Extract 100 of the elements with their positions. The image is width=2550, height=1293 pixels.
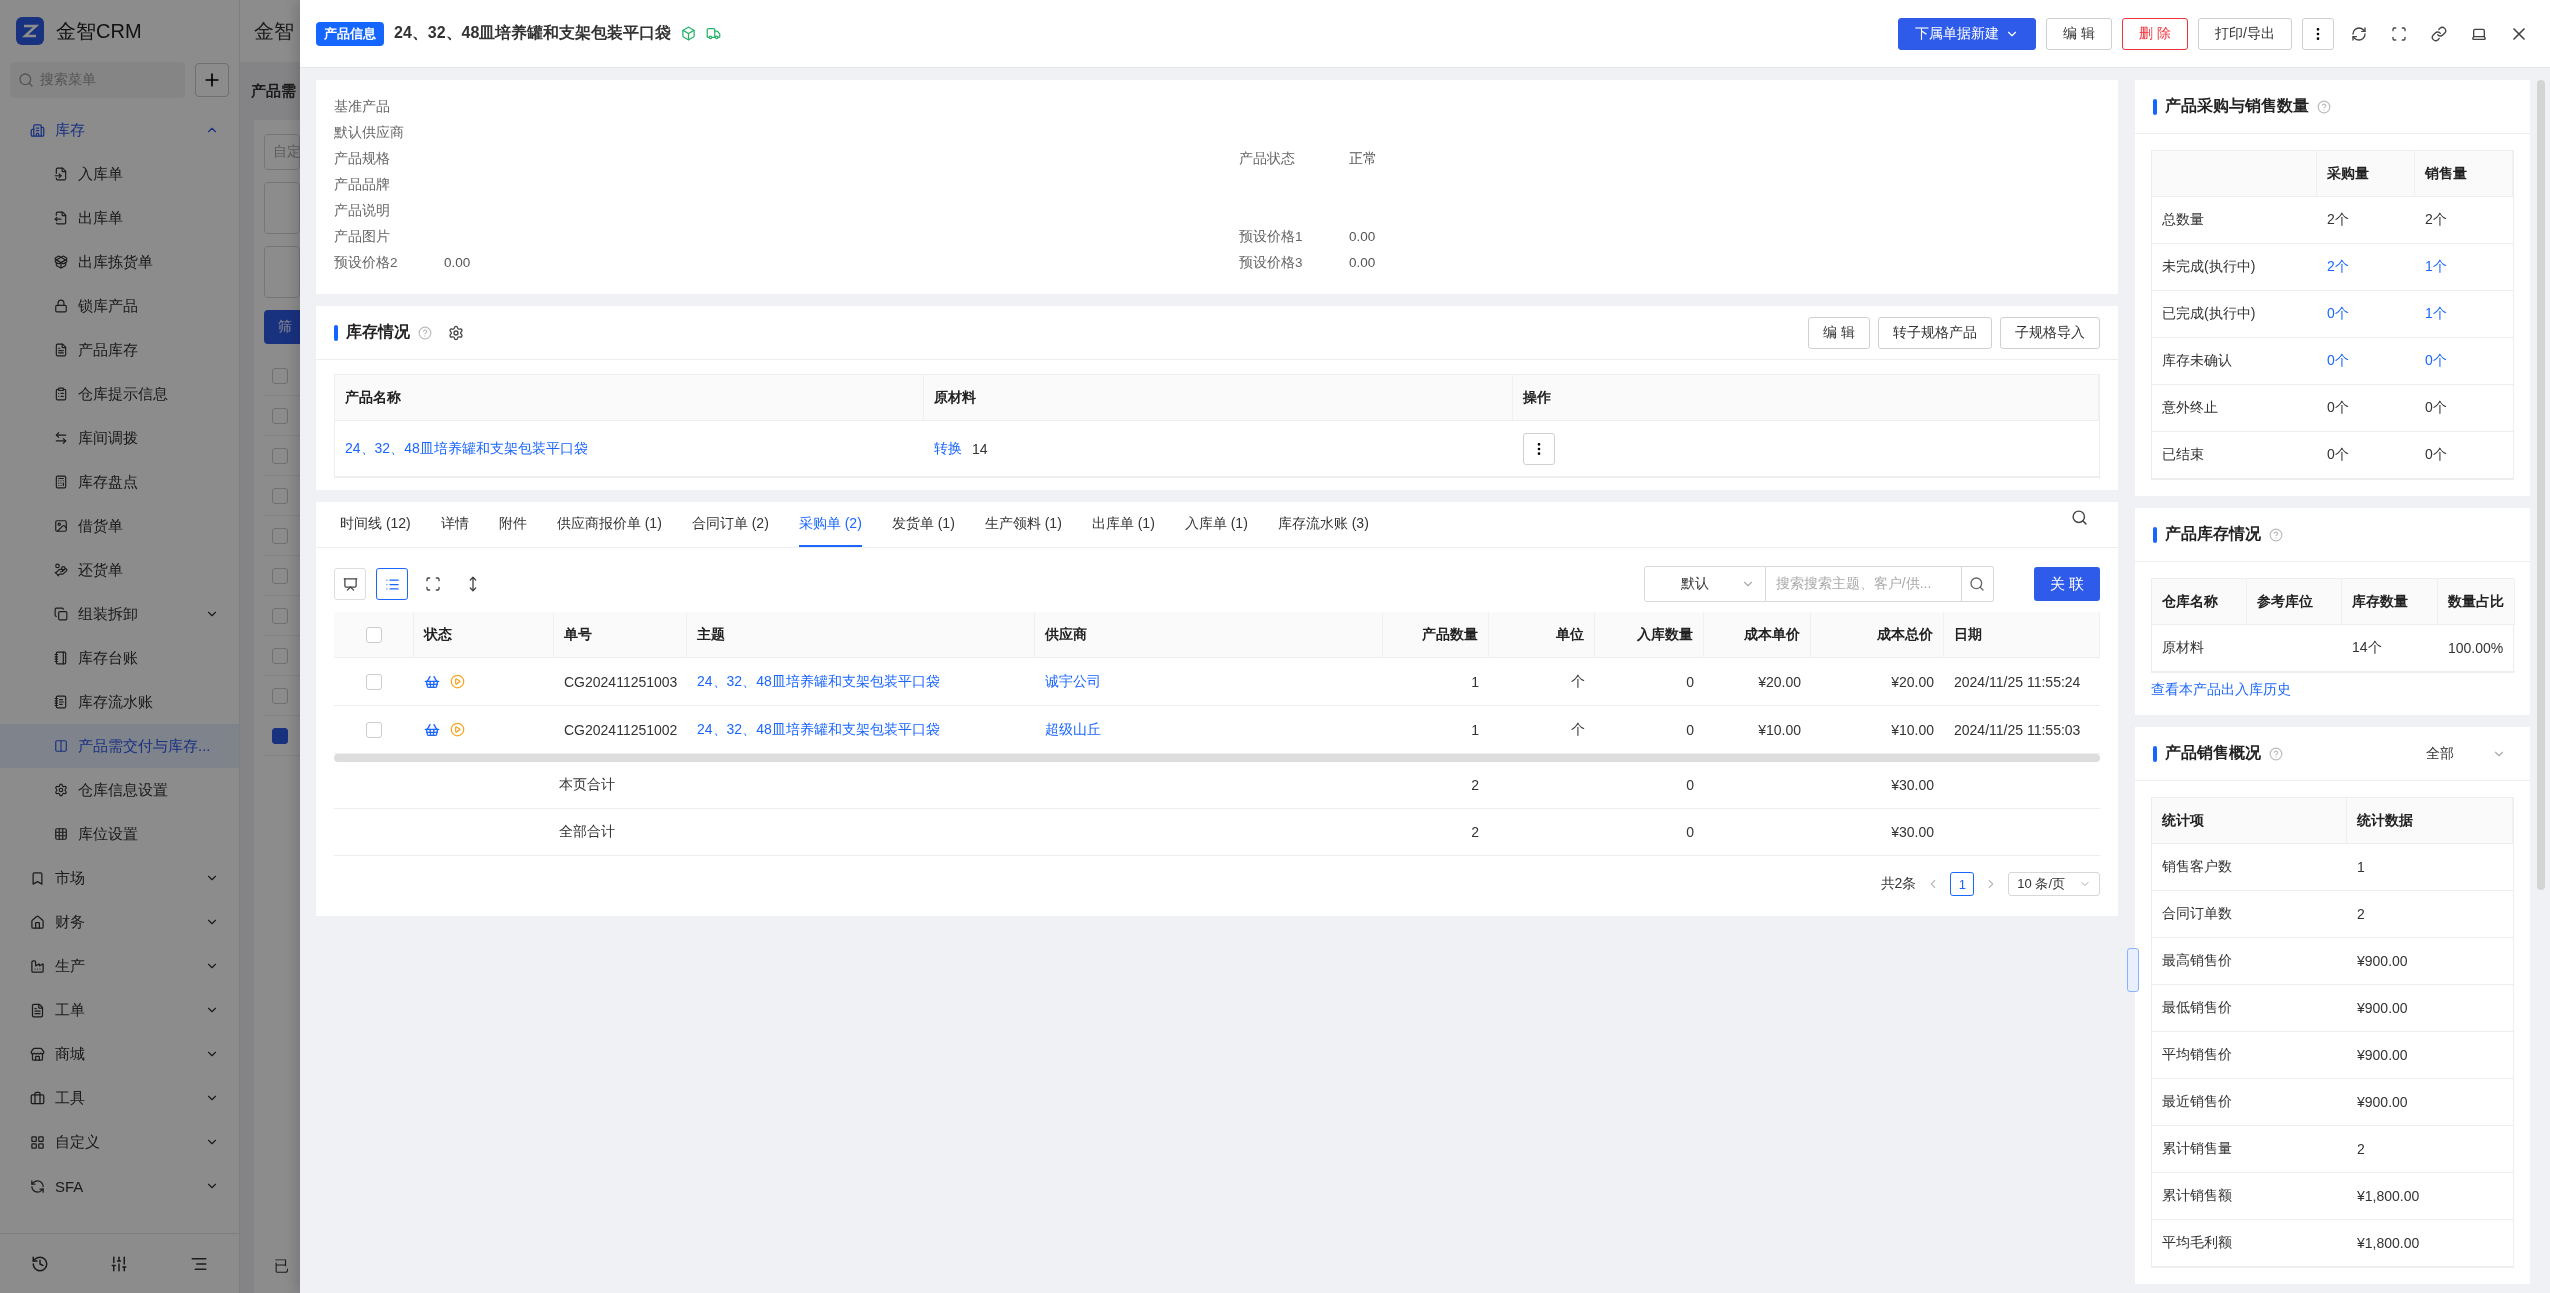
menu-item[interactable]: 市场 xyxy=(0,856,239,900)
field-label: 产品状态 xyxy=(1239,151,1295,166)
tab[interactable]: 附件 xyxy=(498,502,527,547)
page-number[interactable]: 1 xyxy=(1950,872,1975,896)
page-size-select[interactable]: 10 条/页 xyxy=(2008,872,2100,896)
tab[interactable]: 合同订单 (2) xyxy=(691,502,769,547)
table-cell: 0 xyxy=(1686,721,1694,738)
view-button[interactable] xyxy=(376,568,408,600)
tab[interactable]: 发货单 (1) xyxy=(891,502,955,547)
menu-item[interactable]: 工单 xyxy=(0,988,239,1032)
menu-item[interactable]: 库存流水账 xyxy=(0,680,239,724)
column-header: 销售量 xyxy=(2415,151,2513,197)
row-label: 总数量 xyxy=(2162,211,2204,229)
toolbar-button[interactable]: 子规格导入 xyxy=(2000,316,2100,349)
menu-item[interactable]: 库存台账 xyxy=(0,636,239,680)
filter-button[interactable]: 筛 xyxy=(264,310,300,344)
supplier-link[interactable]: 超级山丘 xyxy=(1045,720,1101,739)
grid-icon xyxy=(54,827,68,841)
tab[interactable]: 出库单 (1) xyxy=(1091,502,1155,547)
count-link[interactable]: 0个 xyxy=(2327,352,2349,370)
menu-item[interactable]: 自定义 xyxy=(0,1120,239,1164)
menu-item[interactable]: 库间调拨 xyxy=(0,416,239,460)
subject-link[interactable]: 24、32、48皿培养罐和支架包装平口袋 xyxy=(697,672,940,691)
toolbar-button[interactable]: 转子规格产品 xyxy=(1878,316,1992,349)
action-button[interactable]: 删 除 xyxy=(2122,17,2189,50)
tab[interactable]: 库存流水账 (3) xyxy=(1277,502,1369,547)
menu-item[interactable]: 财务 xyxy=(0,900,239,944)
menu-item[interactable]: 还货单 xyxy=(0,548,239,592)
add-button[interactable] xyxy=(195,63,229,97)
action-button[interactable]: 编 辑 xyxy=(2046,17,2113,50)
tab[interactable]: 详情 xyxy=(440,502,469,547)
tab[interactable]: 采购单 (2) xyxy=(798,502,862,547)
menu-item[interactable]: 出库单 xyxy=(0,196,239,240)
column-header: 库存数量 xyxy=(2342,579,2438,625)
menu-item[interactable]: 库存 xyxy=(0,108,239,152)
table-cell: 2 xyxy=(2357,906,2365,922)
play-circle-icon xyxy=(450,722,465,737)
menu-item[interactable]: 入库单 xyxy=(0,152,239,196)
search-icon xyxy=(2070,508,2088,526)
menu-item[interactable]: 仓库提示信息 xyxy=(0,372,239,416)
menu-item[interactable]: SFA xyxy=(0,1164,239,1208)
tab[interactable]: 生产领料 (1) xyxy=(984,502,1062,547)
search-button[interactable] xyxy=(1961,566,1994,602)
tab[interactable]: 时间线 (12) xyxy=(340,502,411,547)
history-icon[interactable] xyxy=(30,1254,49,1273)
row-label: 合同订单数 xyxy=(2162,905,2232,923)
tab[interactable]: 入库单 (1) xyxy=(1184,502,1248,547)
count-link[interactable]: 0个 xyxy=(2327,305,2349,323)
badge: 产品信息 xyxy=(316,21,384,46)
toolbar-button[interactable]: 编 辑 xyxy=(1808,316,1870,349)
action-button[interactable]: 下属单据新建 xyxy=(1898,17,2037,50)
convert-link[interactable]: 转换 xyxy=(934,439,962,458)
drawer-title: 24、32、48皿培养罐和支架包装平口袋 xyxy=(394,23,672,43)
menu-item[interactable]: 锁库产品 xyxy=(0,284,239,328)
table-cell: ¥1,800.00 xyxy=(2357,1188,2420,1204)
menu-item[interactable]: 产品库存 xyxy=(0,328,239,372)
more-button[interactable] xyxy=(1523,432,1555,465)
menu-item[interactable]: 产品需交付与库存... xyxy=(0,724,239,768)
field-label: 默认供应商 xyxy=(334,124,405,142)
menu-item[interactable]: 商城 xyxy=(0,1032,239,1076)
collapse-handle[interactable] xyxy=(2127,948,2139,992)
building-icon xyxy=(30,122,45,138)
field-value: 0.00 xyxy=(1349,229,1376,244)
gear-icon[interactable] xyxy=(448,324,464,341)
history-link[interactable]: 查看本产品出入库历史 xyxy=(2135,681,2530,715)
select-all-checkbox[interactable] xyxy=(365,626,382,643)
period-select[interactable]: 全部 xyxy=(2426,744,2512,763)
table-cell: 1 xyxy=(1471,673,1479,690)
count-link[interactable]: 1个 xyxy=(2425,258,2447,276)
tab[interactable]: 供应商报价单 (1) xyxy=(556,502,662,547)
link-button[interactable]: 关 联 xyxy=(2033,567,2100,601)
table-cell: 2024/11/25 11:55:24 xyxy=(1954,673,2081,690)
count-link[interactable]: 1个 xyxy=(2425,305,2447,323)
menu-item[interactable]: 借货单 xyxy=(0,504,239,548)
count-link[interactable]: 2个 xyxy=(2327,258,2349,276)
subject-link[interactable]: 24、32、48皿培养罐和支架包装平口袋 xyxy=(697,720,940,739)
count-link[interactable]: 0个 xyxy=(2425,352,2447,370)
filter-select[interactable]: 默认 xyxy=(1643,566,1766,602)
menu-item[interactable]: 库存盘点 xyxy=(0,460,239,504)
scrollbar[interactable] xyxy=(2537,80,2545,890)
gear-icon xyxy=(54,783,68,797)
menu-item[interactable]: 库位设置 xyxy=(0,812,239,856)
menu-item[interactable]: 出库拣货单 xyxy=(0,240,239,284)
menu-item[interactable]: 工具 xyxy=(0,1076,239,1120)
sliders-icon[interactable] xyxy=(110,1254,129,1273)
scrollbar[interactable] xyxy=(334,754,2100,762)
help-icon xyxy=(2317,99,2331,114)
checkbox[interactable] xyxy=(272,727,288,744)
row-checkbox[interactable] xyxy=(366,673,382,690)
action-button[interactable]: 打印/导出 xyxy=(2198,17,2292,50)
supplier-link[interactable]: 诚宇公司 xyxy=(1045,672,1101,691)
menu-item[interactable]: 生产 xyxy=(0,944,239,988)
field-value: 0.00 xyxy=(444,255,471,270)
menu-item[interactable]: 组装拆卸 xyxy=(0,592,239,636)
row-checkbox[interactable] xyxy=(366,721,382,738)
more-button[interactable] xyxy=(2302,17,2334,50)
accent-bar xyxy=(2153,745,2157,762)
section-title: 产品库存情况 xyxy=(2165,524,2261,544)
product-link[interactable]: 24、32、48皿培养罐和支架包装平口袋 xyxy=(345,439,588,458)
menu-item[interactable]: 仓库信息设置 xyxy=(0,768,239,812)
